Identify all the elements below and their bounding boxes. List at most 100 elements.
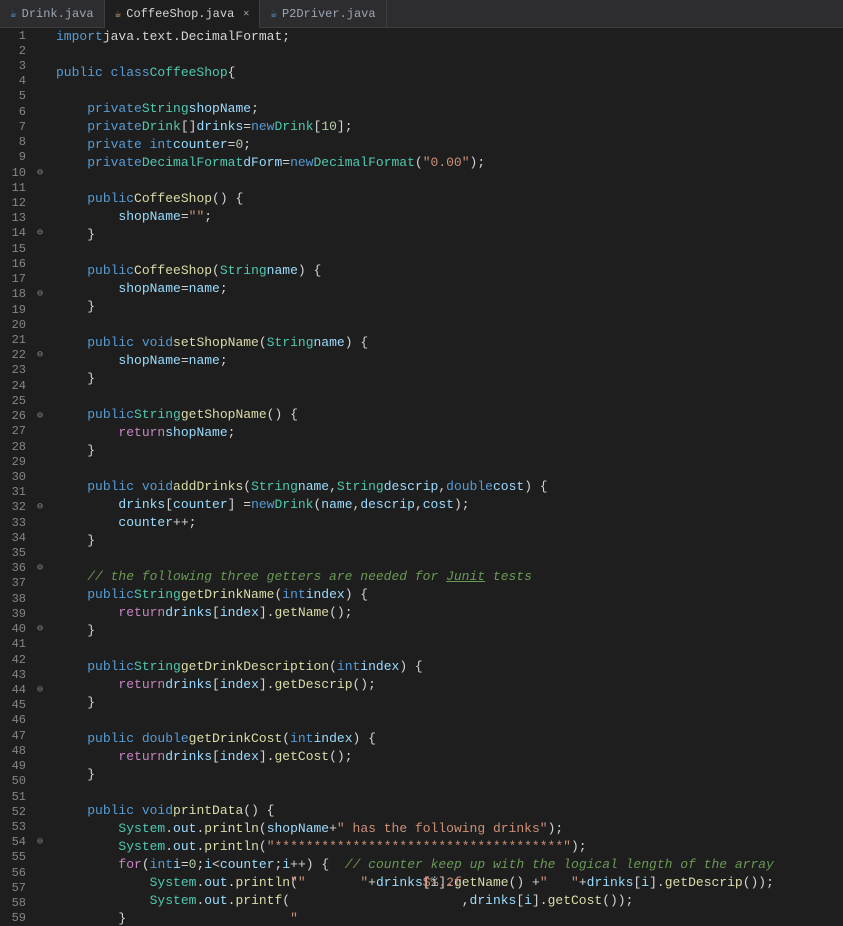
fold-marker-27: [32, 424, 48, 439]
fold-marker-1: [32, 28, 48, 43]
line-number-5: 5: [0, 89, 32, 104]
line-number-9: 9: [0, 150, 32, 165]
code-line-2: [56, 46, 843, 64]
line-number-48: 48: [0, 743, 32, 758]
line-number-45: 45: [0, 698, 32, 713]
tab-p2driver[interactable]: ☕ P2Driver.java: [260, 0, 386, 27]
tab-drink[interactable]: ☕ Drink.java: [0, 0, 105, 27]
fold-marker-39: [32, 606, 48, 621]
code-line-7: private int counter = 0;: [56, 136, 843, 154]
code-line-30: [56, 550, 843, 568]
fold-marker-40[interactable]: ⊖: [32, 622, 48, 637]
code-line-5: private String shopName;: [56, 100, 843, 118]
left-panel: 1234567891011121314151617181920212223242…: [0, 28, 48, 926]
fold-marker-30: [32, 469, 48, 484]
fold-marker-52: [32, 804, 48, 819]
fold-marker-50: [32, 774, 48, 789]
fold-marker-17: [32, 272, 48, 287]
code-line-18: public void setShopName(String name) {: [56, 334, 843, 352]
fold-gutter: ⊖ ⊖ ⊖ ⊖ ⊖ ⊖ ⊖ ⊖ ⊖ ⊖: [32, 28, 48, 926]
fold-marker-26[interactable]: ⊖: [32, 408, 48, 423]
code-line-41: return drinks[index].getCost();: [56, 748, 843, 766]
code-line-33: return drinks[index].getName();: [56, 604, 843, 622]
fold-marker-13: [32, 211, 48, 226]
line-number-19: 19: [0, 302, 32, 317]
fold-marker-28: [32, 439, 48, 454]
fold-marker-19: [32, 302, 48, 317]
fold-marker-32[interactable]: ⊖: [32, 500, 48, 515]
fold-marker-45: [32, 698, 48, 713]
code-line-3: public class CoffeeShop {: [56, 64, 843, 82]
line-number-3: 3: [0, 58, 32, 73]
tab-p2driver-label: P2Driver.java: [282, 7, 376, 21]
line-number-43: 43: [0, 667, 32, 682]
fold-marker-8: [32, 135, 48, 150]
code-line-32: public String getDrinkName(int index) {: [56, 586, 843, 604]
code-line-28: counter++;: [56, 514, 843, 532]
code-line-35: [56, 640, 843, 658]
fold-marker-16: [32, 256, 48, 271]
line-number-20: 20: [0, 317, 32, 332]
editor-area: 1234567891011121314151617181920212223242…: [0, 28, 843, 926]
code-line-39: [56, 712, 843, 730]
fold-marker-51: [32, 789, 48, 804]
line-number-30: 30: [0, 469, 32, 484]
fold-marker-5: [32, 89, 48, 104]
fold-marker-7: [32, 119, 48, 134]
fold-marker-4: [32, 74, 48, 89]
line-number-14: 14: [0, 226, 32, 241]
line-number-17: 17: [0, 272, 32, 287]
code-line-34: }: [56, 622, 843, 640]
line-number-29: 29: [0, 454, 32, 469]
code-line-47: for(int i = 0; i < counter; i++) { // co…: [56, 856, 843, 874]
fold-marker-54[interactable]: ⊖: [32, 835, 48, 850]
fold-marker-10[interactable]: ⊖: [32, 165, 48, 180]
fold-marker-49: [32, 759, 48, 774]
line-number-38: 38: [0, 591, 32, 606]
fold-marker-18[interactable]: ⊖: [32, 287, 48, 302]
line-number-34: 34: [0, 530, 32, 545]
fold-marker-59: [32, 911, 48, 926]
tab-coffeeshop[interactable]: ☕ CoffeeShop.java ✕: [105, 0, 261, 28]
fold-marker-15: [32, 241, 48, 256]
fold-marker-22[interactable]: ⊖: [32, 348, 48, 363]
code-line-40: public double getDrinkCost(int index) {: [56, 730, 843, 748]
code-line-21: [56, 388, 843, 406]
code-content[interactable]: import java.text.DecimalFormat; public c…: [48, 28, 843, 926]
line-number-4: 4: [0, 74, 32, 89]
code-line-25: [56, 460, 843, 478]
line-number-55: 55: [0, 850, 32, 865]
line-number-31: 31: [0, 485, 32, 500]
fold-marker-14[interactable]: ⊖: [32, 226, 48, 241]
fold-marker-58: [32, 895, 48, 910]
tab-coffeeshop-label: CoffeeShop.java: [126, 7, 234, 21]
line-number-27: 27: [0, 424, 32, 439]
fold-marker-36[interactable]: ⊖: [32, 561, 48, 576]
line-number-53: 53: [0, 819, 32, 834]
code-line-14: public CoffeeShop(String name) {: [56, 262, 843, 280]
fold-marker-29: [32, 454, 48, 469]
code-line-11: shopName = "";: [56, 208, 843, 226]
code-line-24: }: [56, 442, 843, 460]
line-number-8: 8: [0, 135, 32, 150]
line-number-40: 40: [0, 622, 32, 637]
fold-marker-33: [32, 515, 48, 530]
fold-marker-23: [32, 363, 48, 378]
code-line-22: public String getShopName() {: [56, 406, 843, 424]
tab-bar: ☕ Drink.java ☕ CoffeeShop.java ✕ ☕ P2Dri…: [0, 0, 843, 28]
code-line-19: shopName = name;: [56, 352, 843, 370]
fold-marker-55: [32, 850, 48, 865]
fold-marker-31: [32, 485, 48, 500]
line-number-6: 6: [0, 104, 32, 119]
fold-marker-37: [32, 576, 48, 591]
line-number-1: 1: [0, 28, 32, 43]
line-number-37: 37: [0, 576, 32, 591]
code-line-43: [56, 784, 843, 802]
fold-marker-34: [32, 530, 48, 545]
fold-marker-44[interactable]: ⊖: [32, 682, 48, 697]
tab-coffeeshop-close[interactable]: ✕: [243, 8, 249, 20]
line-number-51: 51: [0, 789, 32, 804]
line-number-44: 44: [0, 682, 32, 697]
code-line-6: private Drink[] drinks = new Drink[10];: [56, 118, 843, 136]
line-number-11: 11: [0, 180, 32, 195]
